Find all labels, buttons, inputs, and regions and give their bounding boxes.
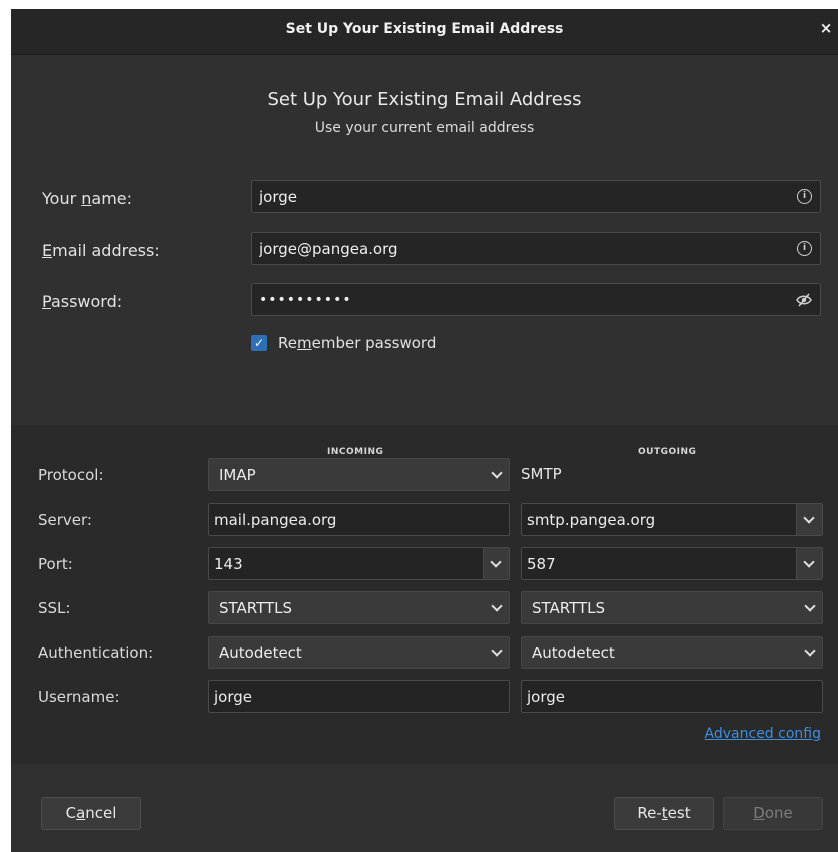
chevron-down-icon bbox=[491, 600, 503, 612]
chevron-down-icon bbox=[804, 600, 816, 612]
chevron-down-icon bbox=[491, 467, 503, 479]
email-field[interactable]: i bbox=[251, 232, 821, 265]
ssl-label: SSL: bbox=[38, 599, 71, 617]
title-bar: Set Up Your Existing Email Address × bbox=[11, 9, 838, 55]
server-label: Server: bbox=[38, 511, 92, 529]
outgoing-port-dropdown-button[interactable] bbox=[796, 548, 822, 579]
authentication-label: Authentication: bbox=[38, 644, 154, 662]
email-input[interactable] bbox=[252, 233, 784, 264]
info-icon[interactable]: i bbox=[797, 189, 812, 204]
incoming-authentication-select[interactable]: Autodetect bbox=[208, 636, 510, 669]
outgoing-username-input[interactable]: jorge bbox=[521, 680, 823, 713]
chevron-down-icon bbox=[490, 556, 502, 568]
cancel-button[interactable]: Cancel bbox=[41, 797, 141, 830]
chevron-down-icon bbox=[804, 645, 816, 657]
dialog-window: Set Up Your Existing Email Address × Set… bbox=[11, 9, 838, 852]
retest-button[interactable]: Re-test bbox=[614, 797, 714, 830]
password-field[interactable] bbox=[251, 283, 821, 316]
done-button[interactable]: Done bbox=[723, 797, 823, 830]
eye-slash-icon[interactable] bbox=[796, 293, 812, 307]
outgoing-ssl-select[interactable]: STARTTLS bbox=[521, 591, 823, 624]
outgoing-header: OUTGOING bbox=[638, 447, 697, 457]
password-label: Password: bbox=[42, 292, 123, 311]
info-icon[interactable]: i bbox=[797, 241, 812, 256]
incoming-header: INCOMING bbox=[327, 447, 384, 457]
chevron-down-icon bbox=[491, 645, 503, 657]
port-label: Port: bbox=[38, 555, 73, 573]
name-field[interactable]: i bbox=[251, 180, 821, 213]
incoming-username-input[interactable]: jorge bbox=[208, 680, 510, 713]
outgoing-port-combo[interactable]: 587 bbox=[521, 547, 823, 580]
incoming-server-input[interactable]: mail.pangea.org bbox=[208, 503, 510, 536]
outgoing-server-dropdown-button[interactable] bbox=[796, 504, 822, 535]
window-title: Set Up Your Existing Email Address bbox=[285, 21, 564, 37]
name-input[interactable] bbox=[252, 181, 784, 212]
remember-password-checkbox[interactable]: ✓ bbox=[251, 335, 267, 351]
name-label: Your name: bbox=[42, 189, 133, 208]
username-label: Username: bbox=[38, 688, 120, 706]
outgoing-authentication-select[interactable]: Autodetect bbox=[521, 636, 823, 669]
checkmark-icon: ✓ bbox=[253, 336, 265, 350]
incoming-ssl-select[interactable]: STARTTLS bbox=[208, 591, 510, 624]
chevron-down-icon bbox=[803, 512, 815, 524]
incoming-protocol-select[interactable]: IMAP bbox=[208, 458, 510, 491]
incoming-port-dropdown-button[interactable] bbox=[483, 548, 509, 579]
protocol-label: Protocol: bbox=[38, 466, 104, 484]
remember-password-label[interactable]: Remember password bbox=[278, 334, 436, 352]
page-heading: Set Up Your Existing Email Address bbox=[267, 89, 582, 110]
outgoing-protocol-value: SMTP bbox=[521, 465, 562, 483]
password-input[interactable] bbox=[252, 284, 784, 315]
advanced-config-link[interactable]: Advanced config bbox=[705, 726, 821, 742]
page-subheading: Use your current email address bbox=[314, 120, 535, 136]
chevron-down-icon bbox=[803, 556, 815, 568]
email-label: Email address: bbox=[42, 241, 160, 260]
close-icon[interactable]: × bbox=[816, 19, 836, 41]
incoming-port-combo[interactable]: 143 bbox=[208, 547, 510, 580]
outgoing-server-combo[interactable]: smtp.pangea.org bbox=[521, 503, 823, 536]
